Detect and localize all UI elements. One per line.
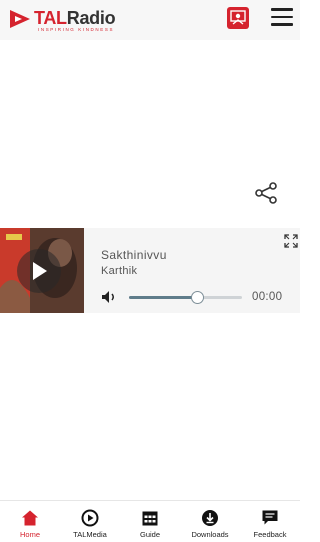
tab-downloads[interactable]: Downloads bbox=[180, 501, 240, 542]
tab-label: Downloads bbox=[191, 530, 229, 539]
fullscreen-icon[interactable] bbox=[284, 234, 298, 248]
tab-label: Home bbox=[19, 530, 40, 539]
app-header: TALRadio INSPIRING KINDNESS bbox=[0, 0, 300, 40]
tab-label: Guide bbox=[139, 530, 160, 539]
logo-tagline: INSPIRING KINDNESS bbox=[38, 27, 115, 32]
volume-icon[interactable] bbox=[101, 290, 119, 304]
track-artist: Karthik bbox=[101, 265, 138, 277]
calendar-icon bbox=[142, 511, 158, 526]
album-artwork bbox=[0, 228, 84, 313]
play-circle-icon bbox=[81, 509, 99, 527]
seek-slider[interactable] bbox=[129, 291, 242, 304]
tal-radio-logo[interactable]: TALRadio INSPIRING KINDNESS bbox=[8, 6, 118, 34]
tab-feedback[interactable]: Feedback bbox=[240, 501, 300, 542]
seek-progress bbox=[129, 296, 197, 299]
download-icon bbox=[202, 510, 218, 526]
audio-player: Sakthinivvu Karthik 00:00 bbox=[0, 228, 300, 313]
seek-handle[interactable] bbox=[190, 291, 204, 304]
bottom-tab-bar: Home TALMedia Guide Downloads Feedback bbox=[0, 500, 300, 542]
tab-talmedia[interactable]: TALMedia bbox=[60, 501, 120, 542]
playback-time: 00:00 bbox=[252, 291, 283, 303]
logo-mark-icon bbox=[10, 10, 30, 28]
share-icon[interactable] bbox=[254, 181, 278, 205]
tab-label: TALMedia bbox=[73, 530, 107, 539]
home-icon bbox=[22, 510, 38, 526]
feedback-icon bbox=[262, 510, 278, 525]
play-icon[interactable] bbox=[17, 249, 61, 293]
tal-badge-icon[interactable] bbox=[227, 7, 249, 29]
tab-label: Feedback bbox=[253, 530, 287, 539]
logo-text: TALRadio bbox=[34, 8, 116, 28]
tab-guide[interactable]: Guide bbox=[120, 501, 180, 542]
track-title: Sakthinivvu bbox=[101, 248, 167, 262]
tab-home[interactable]: Home bbox=[0, 501, 60, 542]
hamburger-menu-icon[interactable] bbox=[271, 8, 295, 28]
